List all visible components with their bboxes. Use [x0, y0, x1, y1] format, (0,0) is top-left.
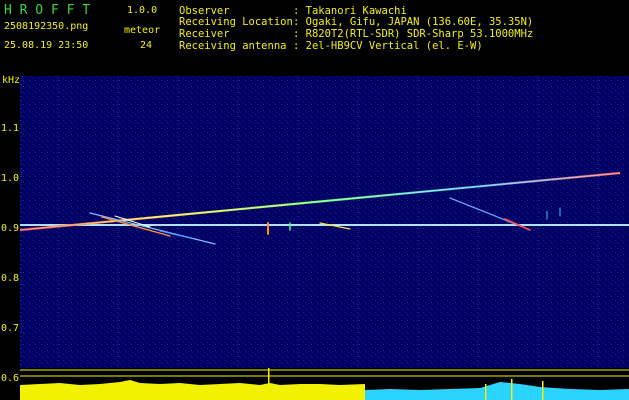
image-filename: 2508192350.png — [4, 21, 89, 32]
freq-tick: 1.1 — [1, 123, 20, 134]
receiver-label: Receiver — [179, 28, 230, 40]
meteor-count: 24 — [140, 40, 153, 51]
header-panel: H R O F F T 1.0.0 2508192350.png meteor … — [0, 0, 629, 76]
freq-unit-label: kHz — [2, 75, 21, 86]
receiver-value: : R820T2(RTL-SDR) SDR-Sharp 53.1000MHz — [293, 28, 534, 40]
freq-tick: 1.0 — [1, 173, 20, 184]
antenna-label: Receiving antenna — [179, 40, 287, 52]
freq-tick: 0.8 — [1, 273, 20, 284]
freq-tick: 0.9 — [1, 223, 20, 234]
observer-value: : Takanori Kawachi — [293, 5, 407, 17]
location-label: Receiving Location — [179, 16, 293, 28]
location-value: : Ogaki, Gifu, JAPAN (136.60E, 35.35N) — [293, 16, 534, 28]
app-version: 1.0.0 — [127, 5, 158, 16]
app-name: H R O F F T — [4, 3, 91, 18]
observer-label: Observer — [179, 5, 230, 17]
spectrogram-plot — [20, 76, 629, 400]
meteor-label: meteor — [124, 25, 161, 36]
antenna-value: : 2el-HB9CV Vertical (el. E-W) — [293, 40, 483, 52]
freq-tick: 0.7 — [1, 323, 20, 334]
histogram-bars — [20, 368, 629, 400]
timestamp: 25.08.19 23:50 — [4, 40, 89, 51]
freq-tick: 0.6 — [1, 373, 20, 384]
